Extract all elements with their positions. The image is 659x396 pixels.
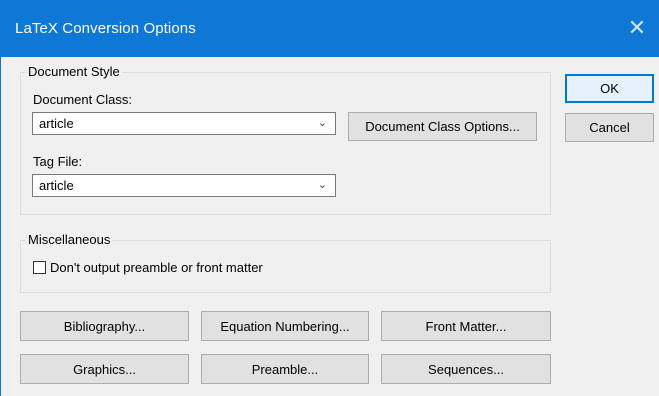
graphics-button[interactable]: Graphics... [20,354,189,384]
preamble-label: Preamble... [251,361,319,377]
bibliography-button[interactable]: Bibliography... [20,311,189,341]
ok-button[interactable]: OK [565,74,654,103]
document-class-value: article [39,116,74,131]
bibliography-label: Bibliography... [63,318,146,334]
document-class-select[interactable]: article ⌄ [32,112,336,135]
preamble-checkbox[interactable] [33,261,46,274]
document-class-options-label: Document Class Options... [365,119,520,134]
close-icon[interactable]: ✕ [623,14,651,42]
tag-file-select[interactable]: article ⌄ [32,174,336,197]
document-class-label: Document Class: [33,92,132,107]
ok-label: OK [600,81,619,96]
title-bar: LaTeX Conversion Options ✕ [0,0,659,57]
chevron-down-icon: ⌄ [317,117,327,129]
chevron-down-icon: ⌄ [317,179,327,191]
front-matter-label: Front Matter... [425,318,507,334]
preamble-checkbox-label[interactable]: Don't output preamble or front matter [50,260,263,275]
sequences-button[interactable]: Sequences... [381,354,551,384]
front-matter-button[interactable]: Front Matter... [381,311,551,341]
tag-file-label: Tag File: [33,154,83,169]
preamble-button[interactable]: Preamble... [201,354,369,384]
cancel-label: Cancel [589,120,630,135]
window-border [0,57,1,396]
window-title: LaTeX Conversion Options [15,20,196,37]
document-class-options-button[interactable]: Document Class Options... [348,112,537,141]
sequences-label: Sequences... [428,361,504,377]
document-style-label: Document Style [26,64,122,79]
cancel-button[interactable]: Cancel [565,113,654,142]
graphics-label: Graphics... [73,361,136,377]
equation-numbering-label: Equation Numbering... [220,318,350,334]
miscellaneous-label: Miscellaneous [26,232,113,247]
equation-numbering-button[interactable]: Equation Numbering... [201,311,369,341]
tag-file-value: article [39,178,74,193]
